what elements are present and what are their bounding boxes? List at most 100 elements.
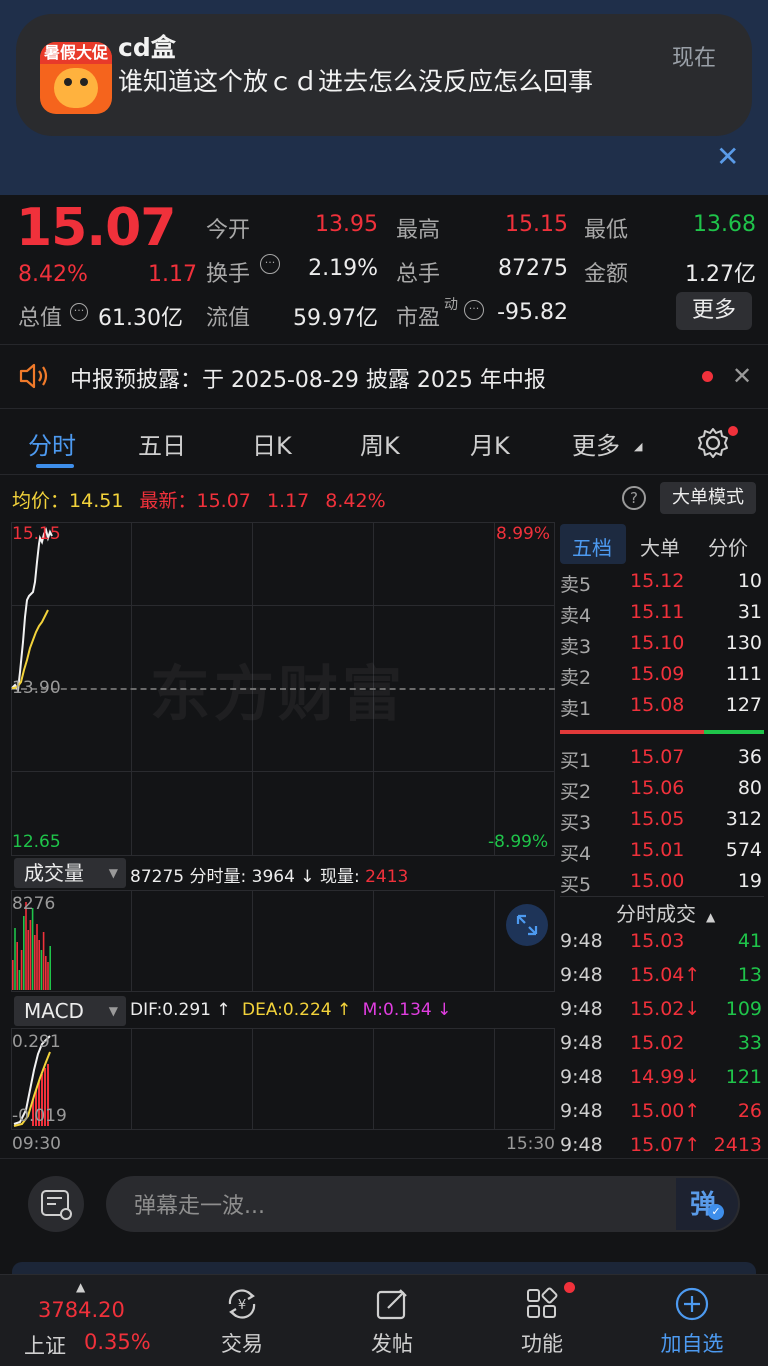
macd-indicator-select[interactable]: MACD ▼ [14,996,126,1026]
volume-bar [31,908,34,990]
divider [0,474,768,475]
axis-mid-price: 13.90 [12,678,61,698]
now-volume-label: 现量: [319,867,360,887]
volume-indicator-select[interactable]: 成交量 ▼ [14,858,126,888]
pe-super: 动 [444,297,458,313]
caret-up-icon: ▲ [76,1280,86,1294]
ask-row: 卖3 15.10 130 [560,632,764,662]
active-tab-indicator [36,464,74,468]
notice-text[interactable]: 中报预披露：于 2025-08-29 披露 2025 年中报 [70,362,546,394]
volume-bar [34,935,36,990]
bid-label: 买3 [560,812,592,834]
close-notice-icon[interactable]: ✕ [732,362,752,390]
gear-icon[interactable] [696,426,730,460]
tick-price: 15.00↑ [630,1100,701,1122]
tab-more[interactable]: 更多 [572,426,620,461]
nav-trade[interactable]: 交易 [192,1328,292,1358]
ask-volume: 127 [725,694,762,716]
axis-macd-top: 0.291 [12,1032,61,1052]
open-value: 13.95 [315,212,378,237]
ask-row: 卖4 15.11 31 [560,601,764,631]
ticks-title-text: 分时成交 [616,902,696,926]
post-icon[interactable] [342,1284,442,1328]
notification-time: 现在 [672,46,717,71]
apps-badge-dot [564,1282,575,1293]
apps-icon[interactable] [492,1284,592,1328]
macd-dea: DEA:0.224 ↑ [242,1000,352,1020]
volume-chart-frame [11,890,555,992]
volume-bar [47,962,49,990]
change-amount: 1.17 [148,262,197,287]
ask-price: 15.12 [630,570,685,592]
volume-bar [42,932,45,990]
axis-macd-bottom: -0.019 [12,1106,67,1126]
intraday-price-chart[interactable] [11,522,555,856]
index-value[interactable]: 3784.20 [38,1298,125,1322]
bid-label: 买5 [560,874,592,896]
nav-functions[interactable]: 功能 [492,1328,592,1358]
bid-volume: 80 [737,777,762,799]
tick-row: 9:48 15.07↑ 2413 [560,1134,764,1164]
tab-five-day[interactable]: 五日 [138,426,186,461]
big-order-mode-button[interactable]: 大单模式 [660,482,756,514]
caret-down-icon: ▼ [108,1004,118,1018]
trade-icon[interactable]: ¥ [192,1284,292,1328]
nav-post[interactable]: 发帖 [342,1328,442,1358]
expand-icon [516,914,538,936]
notification-banner[interactable]: 暑假大促 cd盒 谁知道这个放ｃｄ进去怎么没反应怎么回事 现在 [16,14,752,136]
bid-row: 买3 15.05 312 [560,808,764,838]
bid-label: 买1 [560,750,592,772]
tick-volume: 41 [737,930,762,952]
tab-five-levels[interactable]: 五档 [572,532,612,561]
tab-intraday[interactable]: 分时 [28,426,76,461]
expand-chart-button[interactable] [506,904,548,946]
bid-row: 买4 15.01 574 [560,839,764,869]
nav-add-watchlist[interactable]: 加自选 [642,1328,742,1358]
tick-row: 9:48 15.03 41 [560,930,764,960]
tab-monthly-k[interactable]: 月K [470,426,510,461]
buy-sell-ratio-bar-sell [704,730,764,734]
grid-line [252,1028,253,1130]
ask-volume: 31 [737,601,762,623]
volume-bar [49,946,51,990]
axis-high-pct: 8.99% [496,524,551,544]
tab-weekly-k[interactable]: 周K [360,426,400,461]
ask-price: 15.09 [630,663,685,685]
bid-price: 15.05 [630,808,685,830]
tab-price-distribution[interactable]: 分价 [708,532,748,561]
tab-big-orders[interactable]: 大单 [640,532,680,561]
help-icon[interactable]: ? [622,486,646,510]
speaker-icon [19,363,48,389]
divider [0,344,768,345]
turnover-label: 换手 [206,262,251,287]
danmaku-placeholder: 弹幕走一波... [134,1194,265,1219]
ticks-title[interactable]: 分时成交 ▲ [616,898,715,927]
tick-time: 9:48 [560,998,603,1020]
index-pct[interactable]: 0.35% [84,1330,151,1354]
add-watchlist-icon[interactable] [642,1284,742,1328]
bid-label: 买4 [560,843,592,865]
volume-bar [23,916,25,990]
ask-row: 卖1 15.08 127 [560,694,764,724]
ask-label: 卖3 [560,636,592,658]
grid-line [494,1028,495,1130]
index-name[interactable]: 上证 [24,1330,66,1360]
current-price: 15.07 [16,198,176,258]
tab-daily-k[interactable]: 日K [252,426,292,461]
tick-price: 15.02↓ [630,998,701,1020]
close-banner-icon[interactable]: ✕ [716,140,739,173]
caret-up-icon: ▲ [706,910,716,924]
bid-price: 15.07 [630,746,685,768]
divider [0,408,768,409]
macd-chart-frame [11,1028,555,1130]
axis-high-price: 15.15 [12,524,61,544]
info-dots-icon[interactable]: ··· [260,254,280,274]
ask-row: 卖5 15.12 10 [560,570,764,600]
amount-label: 金额 [584,262,629,287]
tick-row: 9:48 14.99↓ 121 [560,1066,764,1096]
info-dots-icon[interactable]: ··· [70,303,88,321]
turnover-value: 2.19% [308,256,378,281]
more-button[interactable]: 更多 [676,292,752,330]
danmaku-settings-button[interactable] [28,1176,84,1232]
tick-volume: 26 [737,1100,762,1122]
